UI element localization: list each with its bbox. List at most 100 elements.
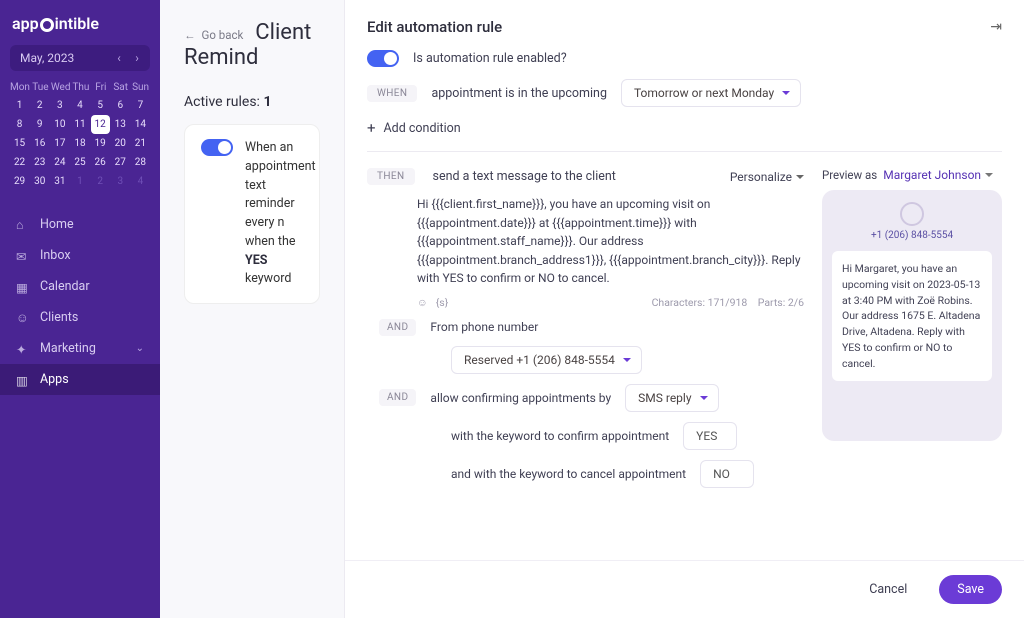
cal-day[interactable]: 17 [50,134,69,153]
cal-day[interactable]: 9 [30,115,49,134]
nav-clients[interactable]: ☺ Clients [0,302,160,333]
cal-day[interactable]: 25 [70,153,89,172]
personalize-dropdown[interactable]: Personalize [730,170,804,184]
when-timeframe-select[interactable]: Tomorrow or next Monday [621,79,801,107]
rule-summary: When an appointment text reminder every … [245,139,316,289]
when-text: appointment is in the upcoming [431,86,607,101]
cal-day[interactable]: 10 [50,115,69,134]
cal-day[interactable]: 23 [30,153,49,172]
collapse-panel-icon[interactable]: ⇥ [990,19,1002,35]
cal-day[interactable]: 18 [70,134,89,153]
allow-method-select[interactable]: SMS reply [625,384,718,412]
separator [367,151,1002,152]
cal-day[interactable]: 7 [131,96,150,115]
variable-icon[interactable]: {s} [436,296,449,309]
allow-label: allow confirming appointments by [430,391,611,405]
rule-toggle[interactable] [201,139,233,156]
cal-day[interactable]: 3 [50,96,69,115]
calendar-icon: ▦ [16,280,30,294]
month-next-icon[interactable]: › [128,51,146,65]
nav-inbox[interactable]: ✉Inbox [0,240,160,271]
cal-day[interactable]: 15 [10,134,29,153]
go-back-link[interactable]: ← Go back [184,28,243,42]
cal-day[interactable]: 19 [91,134,110,153]
cal-day[interactable]: 31 [50,172,69,191]
cal-day[interactable]: 6 [111,96,130,115]
sidebar: app intible May, 2023 ‹ › MonTueWedThuFr… [0,0,160,618]
and-badge-1: AND [379,319,416,336]
cal-day[interactable]: 12 [91,115,110,134]
active-rules-label: Active rules: [184,94,260,110]
month-selector[interactable]: May, 2023 ‹ › [10,45,150,71]
cal-day[interactable]: 29 [10,172,29,191]
cal-day[interactable]: 30 [30,172,49,191]
nav-calendar-label: Calendar [40,279,90,294]
cal-day[interactable]: 14 [131,115,150,134]
cal-day[interactable]: 21 [131,134,150,153]
rule-line-3b: keyword [245,271,291,286]
cal-weekday: Fri [91,79,110,96]
cancel-keyword-label: and with the keyword to cancel appointme… [451,467,686,481]
apps-icon: ▥ [16,373,30,387]
rule-line-3a: when the [245,234,296,249]
brand-logo: app intible [0,14,160,45]
cal-day[interactable]: 8 [10,115,29,134]
cal-day[interactable]: 27 [111,153,130,172]
cal-day[interactable]: 4 [131,172,150,191]
cancel-keyword-input[interactable]: NO [700,460,754,488]
cal-day[interactable]: 1 [10,96,29,115]
cal-day[interactable]: 1 [70,172,89,191]
cal-day[interactable]: 20 [111,134,130,153]
preview-message-bubble: Hi Margaret, you have an upcoming visit … [832,251,992,381]
cal-day[interactable]: 24 [50,153,69,172]
active-rules-count: 1 [263,94,271,110]
cal-day[interactable]: 4 [70,96,89,115]
emoji-icon[interactable]: ☺ [417,296,428,309]
nav-apps-label: Apps [40,372,69,387]
cal-day[interactable]: 5 [91,96,110,115]
rule-line-2: text reminder every n [245,178,295,231]
nav-calendar[interactable]: ▦ Calendar [0,271,160,302]
message-textarea[interactable]: Hi {{{client.first_name}}}, you have an … [417,195,804,288]
active-rules-heading: Active rules: 1 [184,94,320,110]
nav-clients-label: Clients [40,310,78,325]
cal-day[interactable]: 22 [10,153,29,172]
preview-client-select[interactable]: Margaret Johnson [883,168,993,182]
month-prev-icon[interactable]: ‹ [110,51,128,65]
arrow-left-icon: ← [184,28,196,42]
inbox-icon: ✉ [16,249,30,263]
from-number-select[interactable]: Reserved +1 (206) 848-5554 [451,346,642,374]
cal-day[interactable]: 16 [30,134,49,153]
cal-day[interactable]: 2 [30,96,49,115]
marketing-icon: ✦ [16,342,30,356]
cal-weekday: Wed [51,79,71,96]
chevron-down-icon: ⌄ [136,343,144,354]
nav-marketing-label: Marketing [40,341,96,356]
nav-marketing[interactable]: ✦ Marketing ⌄ [0,333,160,364]
nav-apps[interactable]: ▥ Apps [0,364,160,395]
rule-card[interactable]: When an appointment text reminder every … [184,124,320,304]
cal-day[interactable]: 3 [111,172,130,191]
cal-day[interactable]: 13 [111,115,130,134]
cal-day[interactable]: 28 [131,153,150,172]
main-nav: ⌂Home ✉Inbox ▦ Calendar ☺ Clients ✦ Marketi… [0,209,160,618]
brand-dot-icon [40,18,54,32]
month-label: May, 2023 [20,51,74,65]
phone-mock: +1 (206) 848-5554 Hi Margaret, you have … [822,190,1002,441]
preview-as-label: Preview as [822,168,877,182]
add-condition-button[interactable]: + Add condition [367,119,1002,137]
from-label: From phone number [430,320,538,334]
cal-day[interactable]: 2 [91,172,110,191]
save-button[interactable]: Save [939,575,1002,604]
cancel-button[interactable]: Cancel [851,575,925,604]
confirm-keyword-input[interactable]: YES [683,422,737,450]
enable-toggle[interactable] [367,50,399,67]
clients-icon: ☺ [16,311,30,325]
home-icon: ⌂ [16,218,30,232]
preview-pane: Preview as Margaret Johnson +1 (206) 848… [822,168,1002,488]
rule-line-1: When an appointment [245,140,316,174]
panel-title: Edit automation rule [367,18,502,36]
nav-home[interactable]: ⌂Home [0,209,160,240]
cal-day[interactable]: 11 [70,115,89,134]
cal-day[interactable]: 26 [91,153,110,172]
